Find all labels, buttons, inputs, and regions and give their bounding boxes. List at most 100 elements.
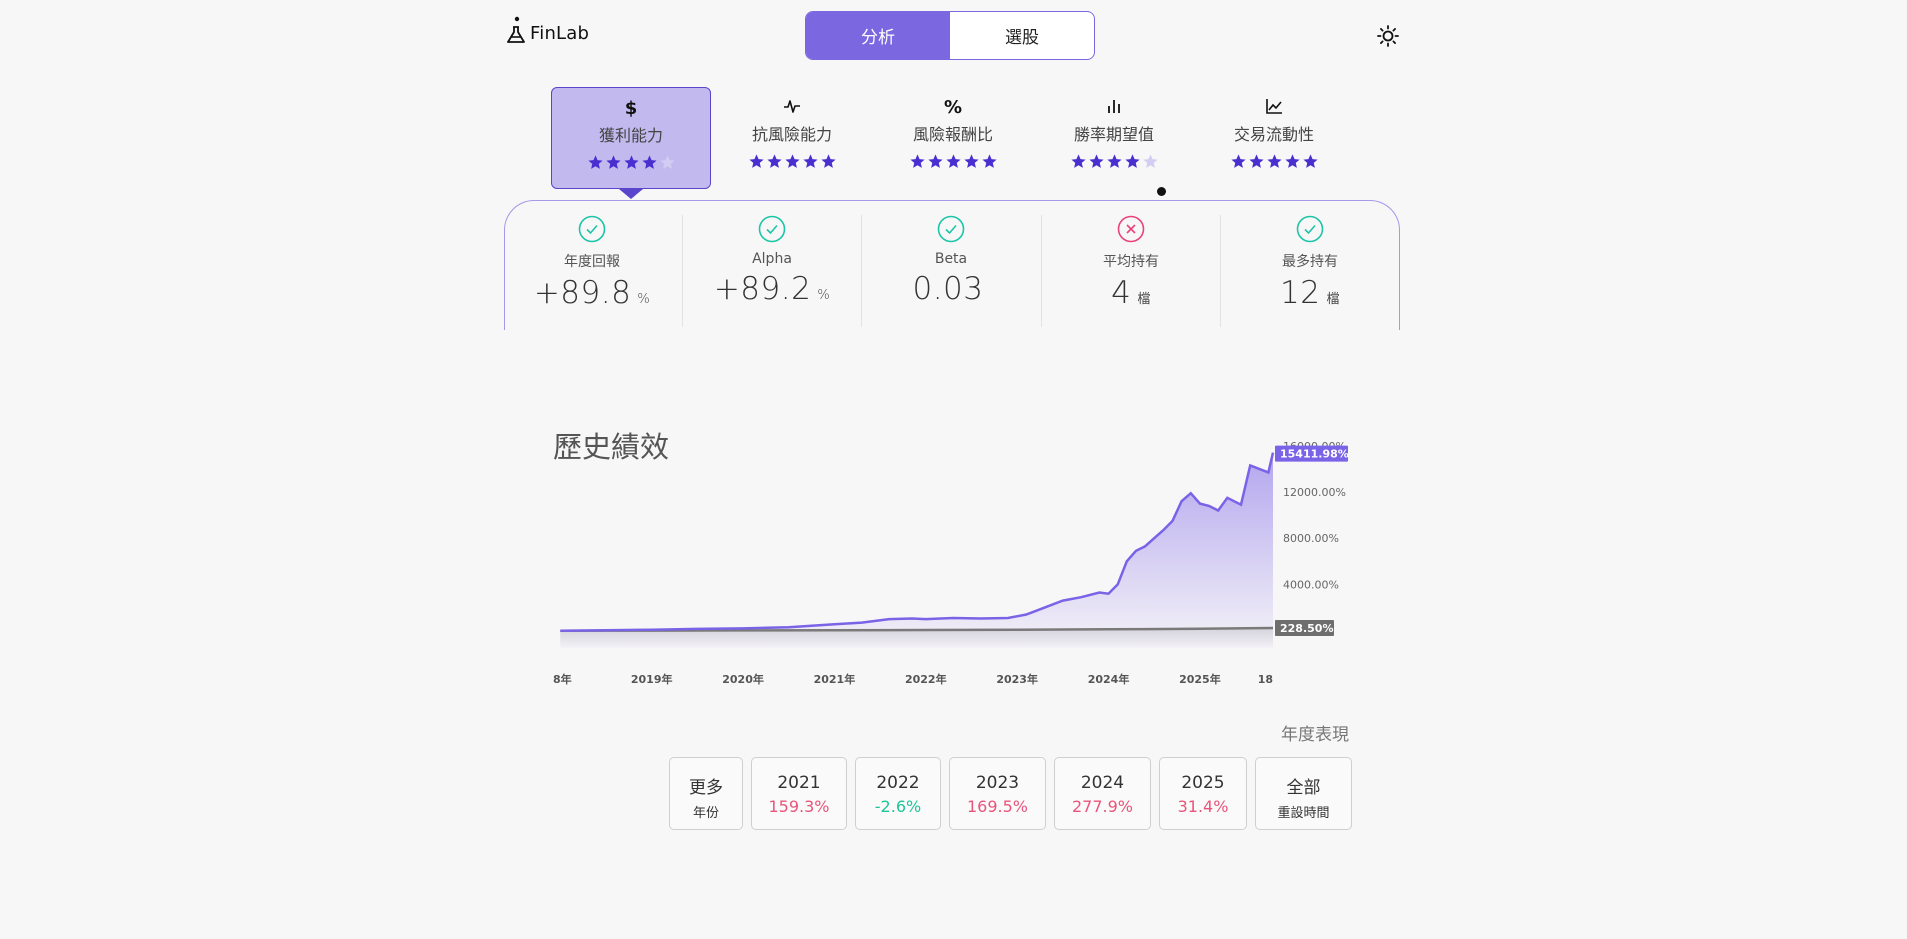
mode-tabs: 分析 選股 (805, 11, 1095, 60)
star-icon (587, 155, 603, 169)
year-return: 159.3% (768, 797, 830, 816)
reset-time-button[interactable]: 全部 重設時間 (1255, 757, 1352, 830)
category-label: 抗風險能力 (751, 125, 832, 144)
check-circle-icon (937, 215, 965, 243)
star-icon (766, 154, 782, 168)
metric-label: 最多持有 (1282, 254, 1338, 270)
year-return: 277.9% (1071, 797, 1133, 816)
year-button-2023[interactable]: 2023 169.5% (949, 757, 1046, 830)
metric-label: Alpha (752, 251, 792, 267)
star-icon (981, 154, 997, 168)
metric-beta: Beta 0.03 (862, 215, 1040, 307)
star-icon (641, 155, 657, 169)
year-label: 2025 (1181, 773, 1225, 793)
category-liquidity[interactable]: 交易流動性 (1194, 87, 1354, 189)
metric-value: 12 檔 (1280, 275, 1340, 311)
category-risk-reward[interactable]: % 風險報酬比 (873, 87, 1033, 189)
finlab-logo[interactable]: FinLab (506, 16, 589, 44)
yearly-title: 年度表現 (1281, 725, 1349, 745)
metric-alpha: Alpha +89.2% (683, 215, 861, 307)
button-line2: 重設時間 (1277, 806, 1330, 821)
metric-label: Beta (934, 251, 968, 267)
metric-value: 4檔 (1111, 275, 1151, 311)
category-profitability[interactable]: $ 獲利能力 (551, 87, 711, 189)
year-label: 2024 (1080, 773, 1125, 793)
year-button-2022[interactable]: 2022 -2.6% (855, 757, 941, 830)
x-tick-label: 18 (1258, 673, 1273, 686)
rating-stars (552, 154, 710, 171)
star-icon (1302, 154, 1318, 168)
metric-label: 年度回報 (564, 254, 620, 270)
category-label: 風險報酬比 (912, 125, 993, 144)
star-icon (1070, 154, 1086, 168)
x-tick-label: 2023年 (996, 672, 1038, 686)
star-icon (1230, 154, 1246, 168)
button-line1: 全部 (1286, 778, 1321, 798)
cursor-dot (1157, 187, 1166, 196)
year-button-2024[interactable]: 2024 277.9% (1054, 757, 1151, 830)
flask-icon (507, 16, 525, 43)
rating-stars (1034, 153, 1194, 170)
year-label: 2021 (777, 773, 821, 793)
check-circle-icon (1296, 215, 1324, 243)
x-tick-label: 2025年 (1179, 672, 1221, 686)
category-label: 勝率期望值 (1073, 125, 1154, 144)
year-return: -2.6% (874, 797, 922, 816)
logo-text: FinLab (530, 23, 590, 44)
star-icon (1088, 154, 1104, 168)
year-button-2025[interactable]: 2025 31.4% (1159, 757, 1247, 830)
star-icon (623, 155, 639, 169)
category-risk-resistance[interactable]: 抗風險能力 (712, 87, 872, 189)
star-icon (748, 154, 764, 168)
y-tick-label: 4000.00% (1283, 578, 1339, 591)
bar-chart-icon (1034, 97, 1194, 119)
year-return: 31.4% (1177, 797, 1229, 816)
metric-value: +89.8% (533, 275, 651, 311)
star-icon (802, 154, 818, 168)
rating-stars (1194, 153, 1354, 170)
strategy-last-value: 15411.98% (1275, 445, 1349, 462)
button-line1: 更多 (689, 778, 723, 798)
line-chart-icon (1194, 97, 1354, 119)
percent-icon: % (943, 97, 963, 118)
y-tick-label: 12000.00% (1283, 486, 1346, 499)
sun-icon[interactable] (1376, 24, 1400, 48)
star-icon (605, 155, 621, 169)
star-icon (784, 154, 800, 168)
star-icon (927, 154, 943, 168)
tab-analysis[interactable]: 分析 (806, 12, 950, 59)
x-tick-label: 2021年 (814, 672, 856, 686)
benchmark-last-value: 228.50% (1275, 620, 1334, 637)
star-icon (820, 154, 836, 168)
x-tick-label: 2020年 (722, 672, 764, 686)
year-label: 2022 (876, 773, 920, 793)
x-tick-label: 2019年 (631, 672, 673, 686)
metric-annual-return: 年度回報 +89.8% (503, 215, 681, 311)
pulse-icon (712, 97, 872, 119)
x-tick-label: 2024年 (1088, 672, 1130, 686)
category-label: 獲利能力 (598, 126, 663, 145)
star-icon (1248, 154, 1264, 168)
metric-avg-holdings: 平均持有 4檔 (1042, 215, 1220, 311)
tab-stock-picking[interactable]: 選股 (950, 12, 1094, 59)
svg-text:228.50%: 228.50% (1280, 622, 1333, 635)
star-icon (1124, 154, 1140, 168)
year-label: 2023 (975, 773, 1020, 793)
category-win-rate[interactable]: 勝率期望值 (1034, 87, 1194, 189)
star-icon (659, 155, 675, 169)
y-tick-label: 8000.00% (1283, 532, 1339, 545)
category-label: 交易流動性 (1233, 125, 1314, 144)
star-icon (1266, 154, 1282, 168)
dollar-icon: $ (624, 98, 638, 119)
svg-text:15411.98%: 15411.98% (1280, 448, 1349, 461)
more-years-button[interactable]: 更多 年份 (669, 757, 743, 830)
year-button-2021[interactable]: 2021 159.3% (751, 757, 847, 830)
x-tick-label: 2022年 (905, 672, 947, 686)
star-icon (1142, 154, 1158, 168)
metric-value: +89.2% (713, 271, 831, 307)
metric-max-holdings: 最多持有 12 檔 (1221, 215, 1399, 311)
rating-stars (873, 153, 1033, 170)
x-tick-label: 8年 (553, 672, 572, 686)
performance-chart[interactable]: 16000.00%12000.00%8000.00%4000.00%15411.… (540, 440, 1360, 690)
button-line2: 年份 (692, 806, 719, 821)
